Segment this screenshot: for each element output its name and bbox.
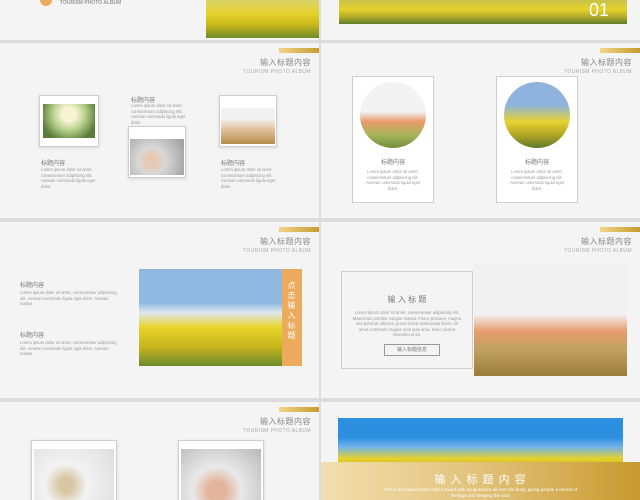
card-2-text: Lorem ipsum dolor sit amet, consectetuer… bbox=[509, 169, 565, 191]
photo-frame-2 bbox=[128, 126, 186, 178]
table-flowers-photo bbox=[43, 104, 95, 138]
banner-title: 输 入 标 题 内 容 bbox=[434, 474, 527, 486]
poppy-field-photo bbox=[474, 264, 627, 376]
vertical-title-bar: 点击输入标题 bbox=[282, 269, 302, 366]
item-text-2: Lorem ipsum dolor sit amet, consectetuer… bbox=[20, 340, 117, 357]
card-heading: 输 入 标 题 bbox=[387, 295, 427, 304]
slide-4[interactable]: 输入标题内容 TOURISM PHOTO ALBUM 标题内容 Lorem ip… bbox=[321, 43, 640, 218]
item-title-2: 标题内容 bbox=[20, 333, 45, 339]
album-label: TOURISM PHOTO ALBUM bbox=[60, 0, 122, 6]
slide-subtitle: TOURISM PHOTO ALBUM bbox=[243, 248, 311, 254]
item-title-3: 标题内容 bbox=[221, 161, 246, 167]
page-number: 01 bbox=[589, 0, 610, 20]
slide-5[interactable]: 输入标题内容 TOURISM PHOTO ALBUM 标题内容 Lorem ip… bbox=[0, 222, 319, 398]
logo-circle bbox=[40, 0, 52, 6]
photo-frame-3 bbox=[219, 95, 277, 147]
slide-3[interactable]: 输入标题内容 TOURISM PHOTO ALBUM 标题内容 Lorem ip… bbox=[0, 43, 319, 218]
gold-bar bbox=[279, 227, 319, 232]
slide-subtitle: TOURISM PHOTO ALBUM bbox=[564, 248, 632, 254]
slide-title: 输入标题内容 bbox=[260, 237, 311, 246]
item-text-2: Lorem ipsum dolor sit amet, consectetuer… bbox=[131, 103, 186, 125]
item-title-1: 标题内容 bbox=[20, 283, 45, 289]
poppy-field-photo bbox=[221, 108, 275, 144]
photo-frame-1 bbox=[31, 440, 117, 500]
item-text-1: Lorem ipsum dolor sit amet, consectetuer… bbox=[41, 167, 96, 189]
fabric-flowers-photo bbox=[34, 449, 114, 500]
rapeseed-photo bbox=[206, 0, 319, 38]
card-1: 标题内容 Lorem ipsum dolor sit amet, consect… bbox=[352, 76, 434, 203]
slide-6[interactable]: 输入标题内容 TOURISM PHOTO ALBUM 输 入 标 题 Lorem… bbox=[321, 222, 640, 398]
rapeseed-banner bbox=[339, 0, 627, 24]
gold-banner: 输 入 标 题 内 容 Pet in the clinical team hol… bbox=[321, 462, 640, 500]
vertical-title: 点击输入标题 bbox=[287, 281, 296, 341]
text-card: 输 入 标 题 Lorem ipsum dolor sit amet, cons… bbox=[341, 271, 473, 369]
card-2-title: 标题内容 bbox=[524, 160, 549, 166]
info-button-label: 输入标题信息 bbox=[396, 347, 427, 353]
slide-title: 输入标题内容 bbox=[581, 237, 632, 246]
photo-frame-2 bbox=[178, 440, 264, 500]
info-button[interactable]: 输入标题信息 bbox=[384, 344, 440, 356]
gold-bar bbox=[600, 227, 640, 232]
card-1-text: Lorem ipsum dolor sit amet, consectetuer… bbox=[365, 169, 421, 191]
slide-subtitle: TOURISM PHOTO ALBUM bbox=[243, 69, 311, 75]
slide-subtitle: TOURISM PHOTO ALBUM bbox=[564, 69, 632, 75]
banner-body: Pet in the clinical team hold forward wi… bbox=[384, 487, 578, 498]
hand-blossom-photo bbox=[181, 449, 261, 500]
slide-subtitle: TOURISM PHOTO ALBUM bbox=[243, 428, 311, 434]
gold-bar bbox=[279, 407, 319, 412]
rapeseed-circle-photo bbox=[504, 82, 570, 148]
photo-frame-1 bbox=[39, 95, 99, 147]
rapeseed-field-photo bbox=[139, 269, 285, 366]
item-text-3: Lorem ipsum dolor sit amet, consectetuer… bbox=[221, 167, 276, 189]
slide-title: 输入标题内容 bbox=[581, 58, 632, 67]
gold-bar bbox=[279, 48, 319, 53]
hand-flowers-photo bbox=[130, 139, 184, 175]
slide-8[interactable]: 输 入 标 题 内 容 Pet in the clinical team hol… bbox=[321, 402, 640, 500]
item-title-1: 标题内容 bbox=[41, 161, 66, 167]
slide-7[interactable]: 输入标题内容 TOURISM PHOTO ALBUM bbox=[0, 402, 319, 500]
card-2: 标题内容 Lorem ipsum dolor sit amet, consect… bbox=[496, 76, 578, 203]
item-text-1: Lorem ipsum dolor sit amet, consectetuer… bbox=[20, 290, 117, 307]
gold-bar bbox=[600, 48, 640, 53]
slide-1[interactable]: TOURISM PHOTO ALBUM bbox=[0, 0, 319, 40]
slide-title: 输入标题内容 bbox=[260, 58, 311, 67]
card-1-title: 标题内容 bbox=[380, 160, 405, 166]
card-body: Lorem ipsum dolor sit amet, consectetuer… bbox=[352, 310, 462, 338]
poppy-circle-photo bbox=[360, 82, 426, 148]
slide-2[interactable]: 01 bbox=[321, 0, 640, 40]
slide-title: 输入标题内容 bbox=[260, 417, 311, 426]
sky-rapeseed-photo bbox=[338, 418, 623, 466]
